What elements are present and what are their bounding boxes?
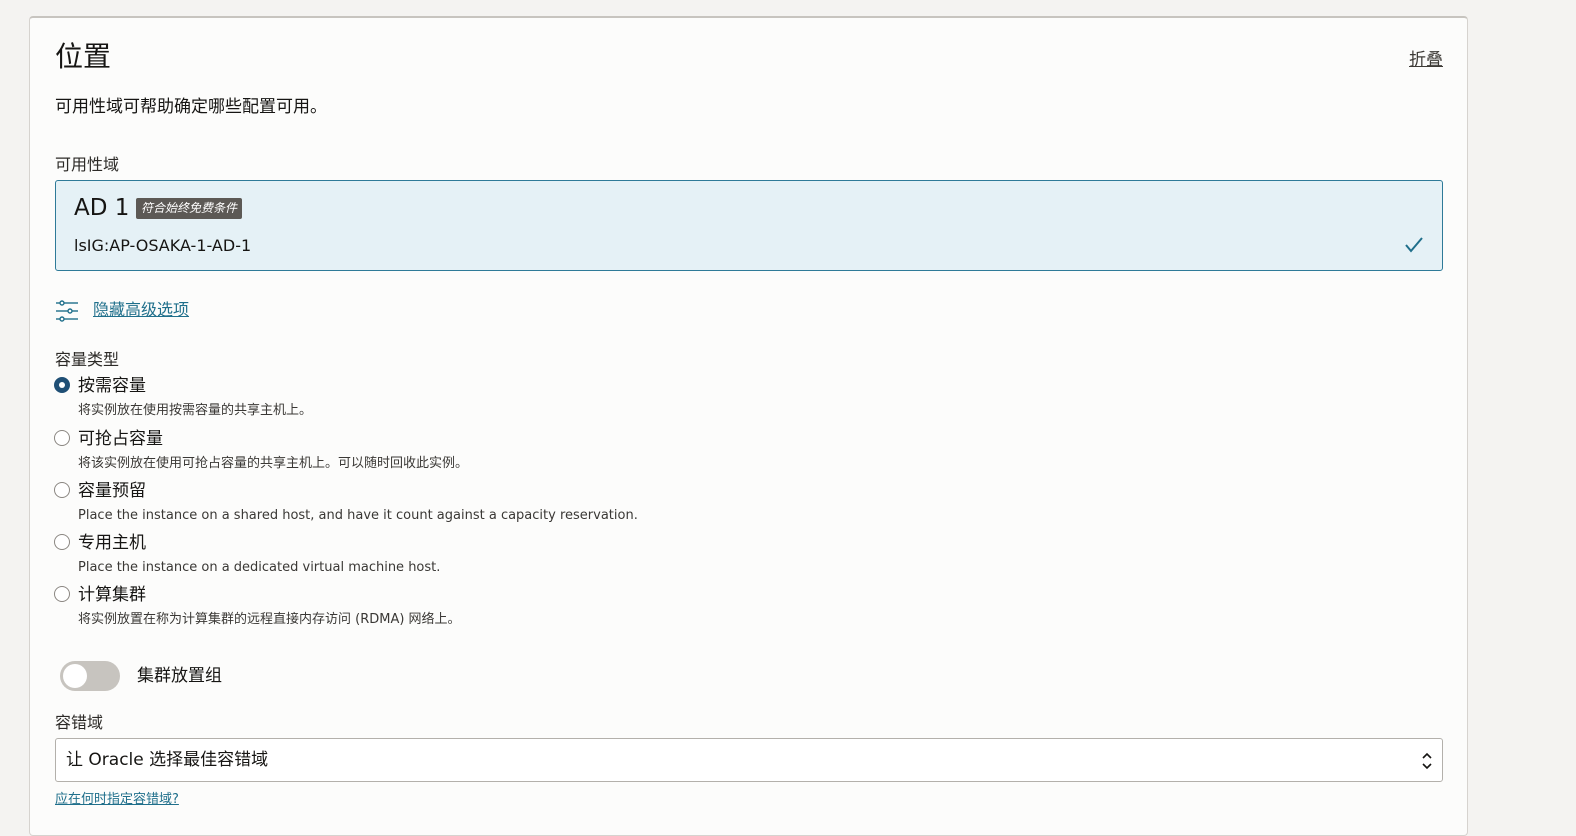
checkmark-icon [1405, 237, 1423, 253]
fault-domain-select[interactable]: 让 Oracle 选择最佳容错域 [55, 738, 1443, 782]
radio-preemptible[interactable] [54, 430, 70, 446]
sliders-icon [56, 300, 78, 322]
radio-compute-cluster[interactable] [54, 586, 70, 602]
fault-domain-label: 容错域 [55, 713, 104, 732]
option-description: 将该实例放在使用可抢占容量的共享主机上。可以随时回收此实例。 [78, 456, 469, 471]
option-title[interactable]: 按需容量 [78, 375, 146, 397]
option-title[interactable]: 专用主机 [78, 532, 146, 554]
ad-id: lsIG:AP-OSAKA-1-AD-1 [74, 236, 252, 255]
availability-domain-card[interactable]: AD 1 符合始终免费条件 lsIG:AP-OSAKA-1-AD-1 [55, 180, 1443, 271]
capacity-type-label: 容量类型 [55, 350, 120, 369]
option-description: 将实例放在使用按需容量的共享主机上。 [78, 403, 313, 418]
collapse-link[interactable]: 折叠 [1409, 45, 1443, 70]
fault-domain-help-link[interactable]: 应在何时指定容错域? [55, 788, 179, 807]
radio-reservation[interactable] [54, 482, 70, 498]
section-title: 位置 [55, 40, 112, 73]
option-title[interactable]: 容量预留 [78, 480, 146, 502]
availability-domain-label: 可用性域 [55, 155, 120, 174]
option-description: 将实例放置在称为计算集群的远程直接内存访问 (RDMA) 网络上。 [78, 612, 461, 627]
fault-domain-value: 让 Oracle 选择最佳容错域 [66, 750, 269, 770]
cluster-placement-label: 集群放置组 [137, 666, 222, 686]
option-description: Place the instance on a shared host, and… [78, 508, 638, 523]
always-free-badge: 符合始终免费条件 [136, 198, 243, 219]
option-title[interactable]: 计算集群 [78, 584, 146, 606]
option-title[interactable]: 可抢占容量 [78, 428, 163, 450]
radio-on-demand[interactable] [54, 377, 70, 393]
radio-dedicated-host[interactable] [54, 534, 70, 550]
toggle-knob [63, 664, 87, 688]
placement-panel: 位置 折叠 可用性域可帮助确定哪些配置可用。 可用性域 AD 1 符合始终免费条… [29, 16, 1468, 836]
ad-name: AD 1 [74, 195, 130, 221]
option-description: Place the instance on a dedicated virtua… [78, 560, 441, 575]
hide-advanced-options-link[interactable]: 隐藏高级选项 [93, 299, 189, 321]
chevron-up-down-icon [1422, 752, 1432, 770]
cluster-placement-toggle[interactable] [60, 661, 120, 691]
section-description: 可用性域可帮助确定哪些配置可用。 [55, 97, 327, 117]
